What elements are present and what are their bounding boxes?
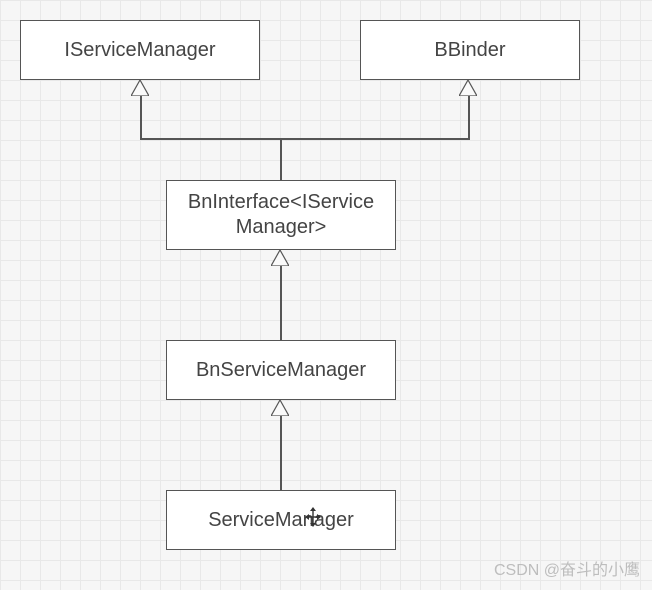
- watermark: CSDN @奋斗的小鹰: [494, 556, 640, 580]
- box-servicemanager: ServiceManager: [166, 490, 396, 550]
- connector-bottom: [280, 416, 282, 490]
- label-iservicemanager: IServiceManager: [64, 39, 215, 62]
- box-iservicemanager: IServiceManager: [20, 20, 260, 80]
- label-bnservicemanager: BnServiceManager: [196, 359, 366, 382]
- label-servicemanager: ServiceManager: [208, 509, 354, 532]
- connector-mid: [280, 266, 282, 340]
- arrow-bbinder: [459, 80, 477, 96]
- arrow-bnservicemanager: [271, 400, 289, 416]
- watermark-text: CSDN @奋斗的小鹰: [494, 562, 640, 579]
- connector-stem-top: [280, 138, 282, 180]
- box-bbinder: BBinder: [360, 20, 580, 80]
- connector-left-up: [140, 96, 142, 140]
- connector-hbar: [140, 138, 470, 140]
- arrow-bninterface: [271, 250, 289, 266]
- box-bninterface: BnInterface<IService Manager>: [166, 180, 396, 250]
- box-bnservicemanager: BnServiceManager: [166, 340, 396, 400]
- label-bbinder: BBinder: [434, 39, 505, 62]
- arrow-iservicemanager: [131, 80, 149, 96]
- label-bninterface: BnInterface<IService Manager>: [188, 190, 374, 240]
- connector-right-up: [468, 96, 470, 140]
